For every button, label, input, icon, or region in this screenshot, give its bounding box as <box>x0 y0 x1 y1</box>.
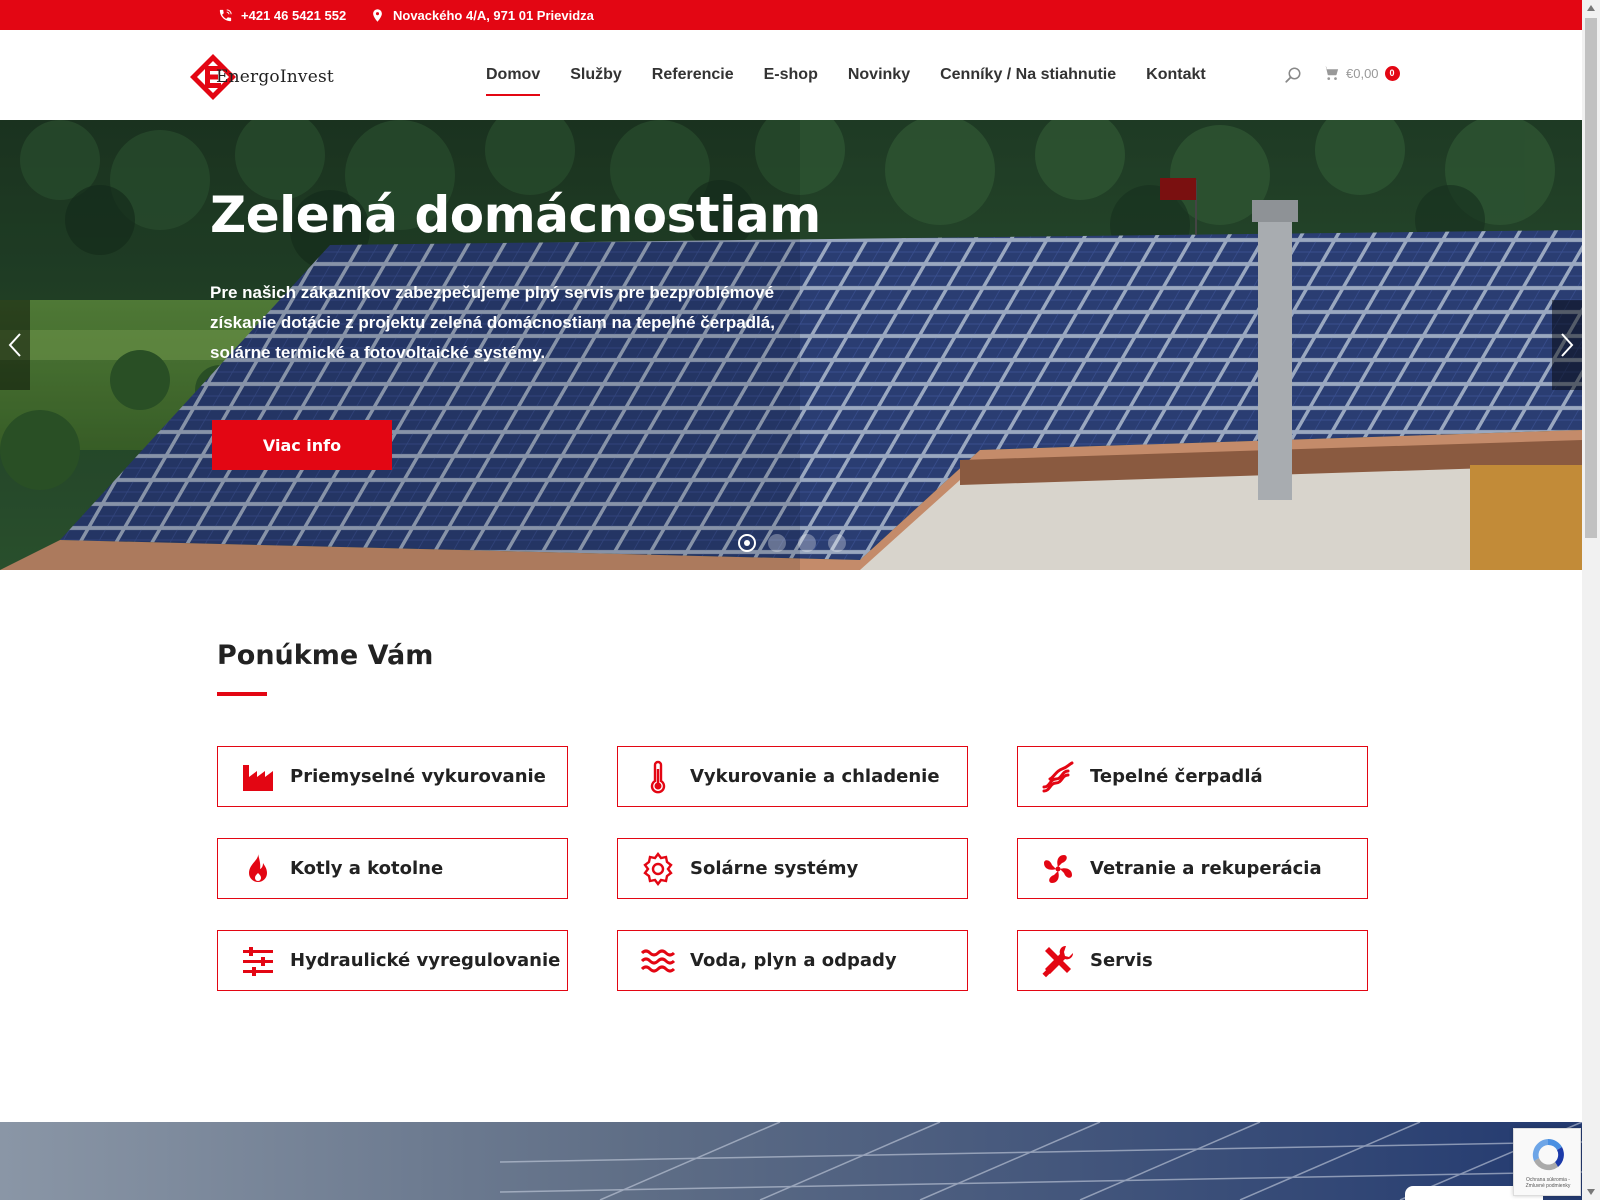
service-label: Vetranie a rekuperácia <box>1090 858 1322 879</box>
service-label: Kotly a kotolne <box>290 858 444 879</box>
more-info-button[interactable]: Viac info <box>212 420 392 470</box>
nav-item-kontakt[interactable]: Kontakt <box>1146 60 1206 90</box>
service-label: Servis <box>1090 950 1153 971</box>
thermometer-icon <box>650 760 666 793</box>
nav-item-sluzby[interactable]: Služby <box>570 60 622 90</box>
logo-text: EnergoInvest <box>216 67 334 87</box>
chevron-left-icon <box>8 333 21 357</box>
gear-icon <box>643 851 673 886</box>
search-icon[interactable] <box>1284 66 1302 84</box>
site-logo[interactable]: EnergoInvest <box>188 52 358 102</box>
slider-pagination <box>738 534 846 552</box>
cart-total: €0,00 <box>1346 65 1379 81</box>
services-section-title: Ponúkme Vám <box>217 640 434 671</box>
recaptcha-badge[interactable]: Ochrana súkromia - Zmluvné podmienky <box>1513 1128 1581 1196</box>
address-contact[interactable]: Novackého 4/A, 971 01 Prievidza <box>370 0 594 30</box>
service-label: Priemyselné vykurovanie <box>290 766 546 787</box>
cart-count-badge: 0 <box>1384 65 1400 81</box>
service-card-vetranie-rekuperacia[interactable]: Vetranie a rekuperácia <box>1017 838 1368 899</box>
waves-icon <box>640 949 676 972</box>
fan-icon <box>1044 854 1072 883</box>
service-card-priemyselne-vykurovanie[interactable]: Priemyselné vykurovanie <box>217 746 568 807</box>
nav-item-novinky[interactable]: Novinky <box>848 60 910 90</box>
heat-pump-icon <box>1042 761 1074 792</box>
services-grid: Priemyselné vykurovanie Vykurovanie a ch… <box>217 746 1368 991</box>
service-card-hydraulicke-vyregulovanie[interactable]: Hydraulické vyregulovanie <box>217 930 568 991</box>
slider-dot-2[interactable] <box>768 534 786 552</box>
site-header: EnergoInvest Domov Služby Referencie E-s… <box>0 30 1582 120</box>
location-pin-icon <box>373 8 382 22</box>
main-navigation: Domov Služby Referencie E-shop Novinky C… <box>486 30 1206 120</box>
chevron-right-icon <box>1561 333 1574 357</box>
title-underline <box>217 692 267 696</box>
slider-dot-1[interactable] <box>738 534 756 552</box>
service-label: Hydraulické vyregulovanie <box>290 950 561 971</box>
phone-contact[interactable]: +421 46 5421 552 <box>218 0 346 30</box>
cart-button[interactable]: €0,00 0 <box>1322 64 1400 82</box>
service-label: Voda, plyn a odpady <box>690 950 897 971</box>
slider-prev-button[interactable] <box>0 300 30 390</box>
slider-next-button[interactable] <box>1552 300 1582 390</box>
phone-number: +421 46 5421 552 <box>241 7 347 23</box>
scrollbar-thumb[interactable] <box>1585 18 1597 538</box>
hero-slider: Zelená domácnostiam Pre našich zákazníko… <box>0 120 1582 570</box>
sliders-icon <box>243 946 273 976</box>
hero-description: Pre našich zákazníkov zabezpečujeme plný… <box>210 283 775 362</box>
address-text: Novackého 4/A, 971 01 Prievidza <box>393 7 594 23</box>
service-label: Vykurovanie a chladenie <box>690 766 940 787</box>
nav-item-cenniky[interactable]: Cenníky / Na stiahnutie <box>940 60 1116 90</box>
scroll-down-arrow-icon[interactable] <box>1582 1183 1600 1200</box>
nav-item-domov[interactable]: Domov <box>486 60 541 96</box>
service-card-kotly-kotolne[interactable]: Kotly a kotolne <box>217 838 568 899</box>
service-card-vykurovanie-chladenie[interactable]: Vykurovanie a chladenie <box>617 746 968 807</box>
slider-dot-4[interactable] <box>828 534 846 552</box>
cart-icon <box>1323 66 1339 80</box>
factory-icon <box>243 764 273 791</box>
recaptcha-links[interactable]: Ochrana súkromia - Zmluvné podmienky <box>1516 1177 1580 1189</box>
nav-item-referencie[interactable]: Referencie <box>652 60 734 90</box>
service-card-solarne-systemy[interactable]: Solárne systémy <box>617 838 968 899</box>
flame-icon <box>249 853 267 882</box>
phone-icon <box>219 8 232 21</box>
solar-panels-image <box>0 1122 1582 1200</box>
tools-icon <box>1042 945 1074 977</box>
nav-item-eshop[interactable]: E-shop <box>764 60 818 90</box>
top-info-bar: +421 46 5421 552 Novackého 4/A, 971 01 P… <box>0 0 1582 30</box>
service-card-servis[interactable]: Servis <box>1017 930 1368 991</box>
service-label: Solárne systémy <box>690 858 859 879</box>
slider-dot-3[interactable] <box>798 534 816 552</box>
service-card-voda-plyn-odpady[interactable]: Voda, plyn a odpady <box>617 930 968 991</box>
recaptcha-icon <box>1532 1138 1564 1171</box>
scroll-up-arrow-icon[interactable] <box>1582 0 1600 17</box>
service-card-tepelne-cerpadla[interactable]: Tepelné čerpadlá <box>1017 746 1368 807</box>
bottom-banner-image <box>0 1122 1582 1200</box>
hero-title: Zelená domácnostiam <box>210 186 821 244</box>
service-label: Tepelné čerpadlá <box>1090 766 1263 787</box>
